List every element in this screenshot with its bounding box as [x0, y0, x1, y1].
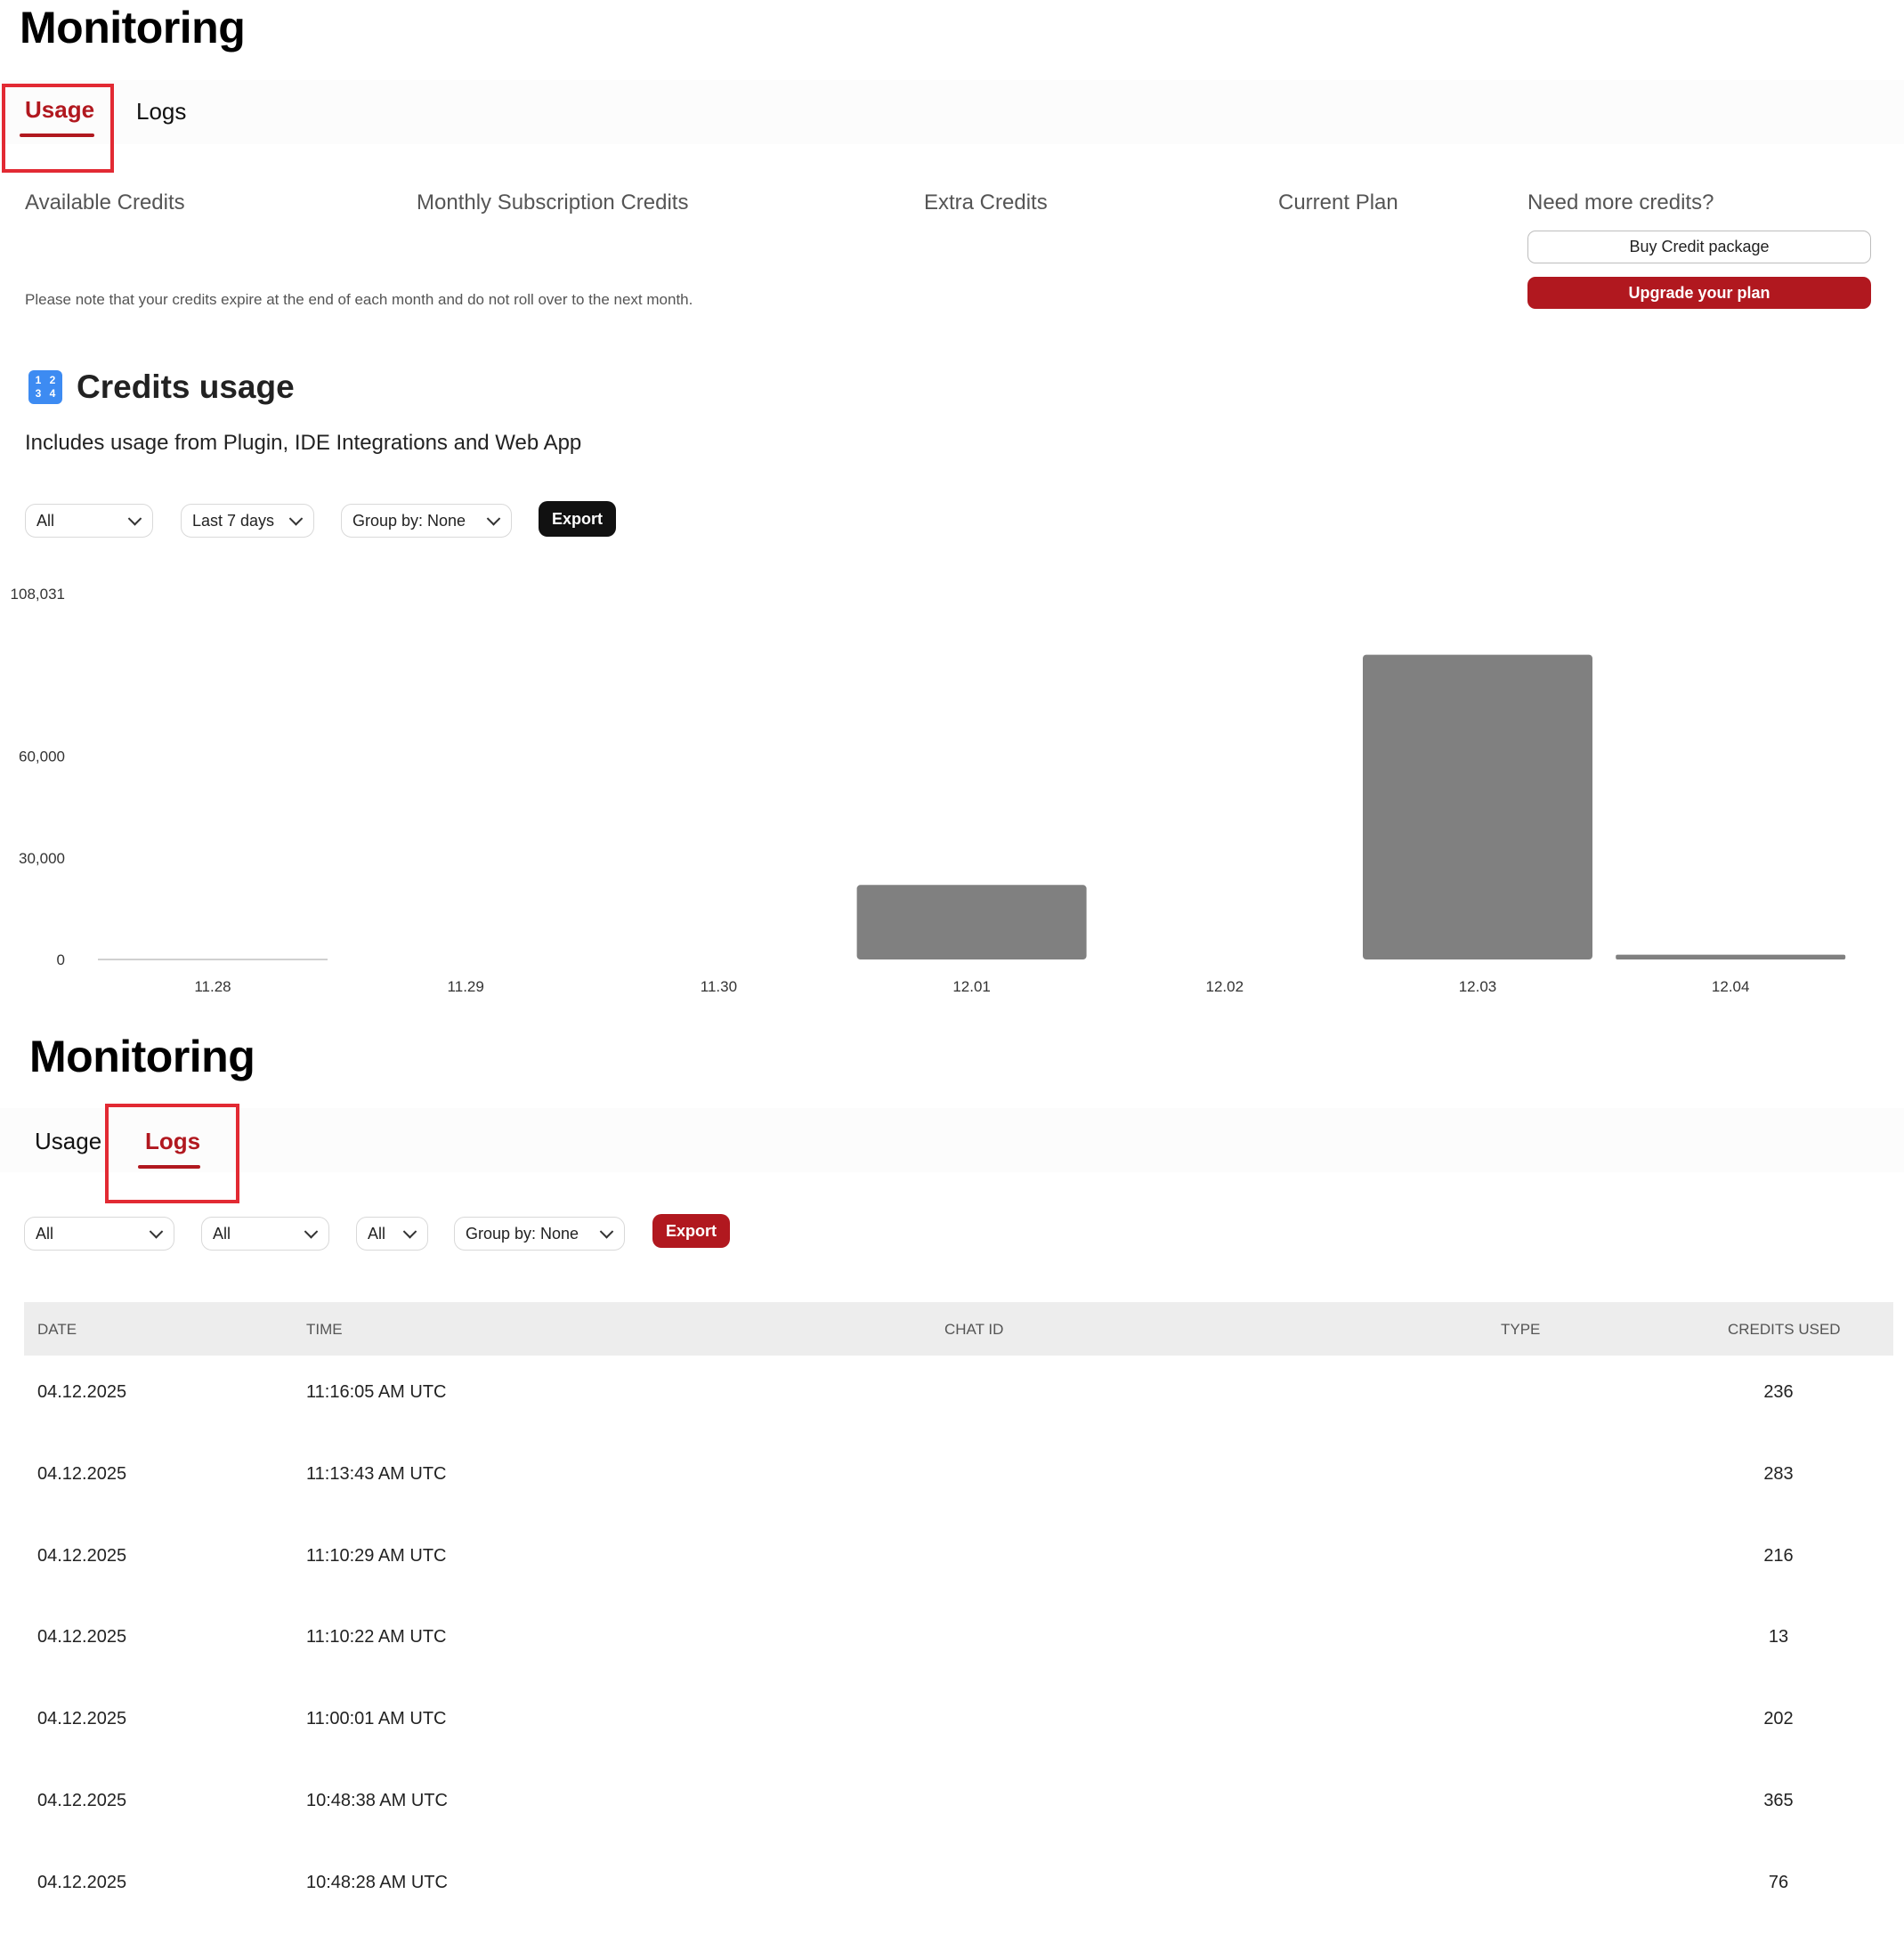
tab-bar [0, 80, 1904, 144]
header-date: DATE [37, 1321, 77, 1338]
row-credits-used: 202 [1763, 1709, 1794, 1728]
header-credits-used: CREDITS USED [1728, 1321, 1841, 1338]
row-time: 11:16:05 AM UTC [306, 1382, 447, 1402]
logs-filter-2-select[interactable]: All [201, 1217, 329, 1251]
y-tick-label: 0 [57, 951, 65, 968]
table-row[interactable] [24, 1695, 1893, 1748]
credits-usage-heading: 12 34 Credits usage [25, 368, 295, 406]
x-tick-label: 12.01 [952, 978, 991, 995]
chevron-down-icon [149, 1225, 164, 1239]
numbers-icon: 12 34 [28, 370, 62, 404]
buy-credit-package-button[interactable]: Buy Credit package [1527, 231, 1871, 263]
row-date: 04.12.2025 [37, 1382, 127, 1402]
x-tick-label: 11.30 [701, 978, 737, 995]
row-time: 10:48:38 AM UTC [306, 1791, 448, 1810]
row-time: 11:10:29 AM UTC [306, 1546, 447, 1566]
extra-credits-label: Extra Credits [924, 190, 1048, 215]
table-row[interactable] [24, 1532, 1893, 1585]
tab-usage-logs-view[interactable]: Usage [35, 1128, 101, 1155]
row-date: 04.12.2025 [37, 1546, 127, 1566]
row-credits-used: 216 [1763, 1546, 1794, 1566]
logs-filter-3-select[interactable]: All [356, 1217, 428, 1251]
table-row[interactable] [24, 1777, 1893, 1830]
y-tick-label: 108,031 [11, 586, 65, 603]
page-title: Monitoring [20, 3, 246, 53]
logs-group-by-select[interactable]: Group by: None [454, 1217, 625, 1251]
group-by-select[interactable]: Group by: None [341, 504, 512, 538]
chevron-down-icon [599, 1225, 614, 1239]
row-credits-used: 236 [1763, 1382, 1794, 1402]
export-button[interactable]: Export [539, 501, 616, 537]
logs-filter-1-select[interactable]: All [24, 1217, 174, 1251]
chart-bar[interactable] [1616, 954, 1846, 959]
available-credits-label: Available Credits [25, 190, 185, 215]
row-date: 04.12.2025 [37, 1791, 127, 1810]
need-more-credits-label: Need more credits? [1527, 190, 1714, 215]
row-date: 04.12.2025 [37, 1873, 127, 1892]
logs-export-button[interactable]: Export [652, 1214, 730, 1248]
chart-bar[interactable] [1363, 654, 1592, 959]
monthly-credits-label: Monthly Subscription Credits [417, 190, 689, 215]
row-date: 04.12.2025 [37, 1627, 127, 1647]
chevron-down-icon [486, 512, 501, 526]
table-row[interactable] [24, 1613, 1893, 1666]
row-credits-used: 13 [1768, 1627, 1789, 1647]
chevron-down-icon [304, 1225, 319, 1239]
row-time: 11:13:43 AM UTC [306, 1464, 447, 1484]
header-type: TYPE [1501, 1321, 1541, 1338]
chart-bar[interactable] [856, 885, 1087, 959]
credits-usage-subtitle: Includes usage from Plugin, IDE Integrat… [25, 431, 582, 455]
header-chat-id: CHAT ID [944, 1321, 1004, 1338]
row-time: 11:00:01 AM UTC [306, 1709, 447, 1728]
current-plan-label: Current Plan [1278, 190, 1398, 215]
row-date: 04.12.2025 [37, 1709, 127, 1728]
chevron-down-icon [402, 1225, 417, 1239]
x-tick-label: 12.03 [1459, 978, 1497, 995]
header-time: TIME [306, 1321, 343, 1338]
x-tick-label: 11.29 [448, 978, 484, 995]
chevron-down-icon [288, 512, 304, 526]
tab-bar-logs [0, 1108, 1904, 1172]
table-row[interactable] [24, 1368, 1893, 1421]
logs-tab-highlight [105, 1104, 239, 1203]
table-row[interactable] [24, 1450, 1893, 1503]
chevron-down-icon [127, 512, 142, 526]
y-tick-label: 60,000 [19, 749, 65, 765]
x-tick-label: 12.02 [1206, 978, 1244, 995]
tab-logs[interactable]: Logs [136, 98, 186, 125]
row-time: 11:10:22 AM UTC [306, 1627, 447, 1647]
page-title-logs: Monitoring [29, 1032, 255, 1081]
row-date: 04.12.2025 [37, 1464, 127, 1484]
credits-expiry-note: Please note that your credits expire at … [25, 291, 693, 308]
source-filter-select[interactable]: All [25, 504, 153, 538]
upgrade-plan-button[interactable]: Upgrade your plan [1527, 277, 1871, 309]
usage-tab-highlight [2, 84, 114, 173]
table-row[interactable] [24, 1858, 1893, 1912]
credits-usage-chart: 0 30,000 60,000 108,031 11.28 11.29 11.30 12.01… [11, 586, 1846, 995]
row-credits-used: 365 [1763, 1791, 1794, 1810]
date-range-select[interactable]: Last 7 days [181, 504, 314, 538]
x-tick-label: 11.28 [194, 978, 231, 995]
y-tick-label: 30,000 [19, 850, 65, 867]
row-credits-used: 76 [1768, 1873, 1789, 1892]
x-tick-label: 12.04 [1712, 978, 1750, 995]
row-time: 10:48:28 AM UTC [306, 1873, 448, 1892]
row-credits-used: 283 [1763, 1464, 1794, 1484]
